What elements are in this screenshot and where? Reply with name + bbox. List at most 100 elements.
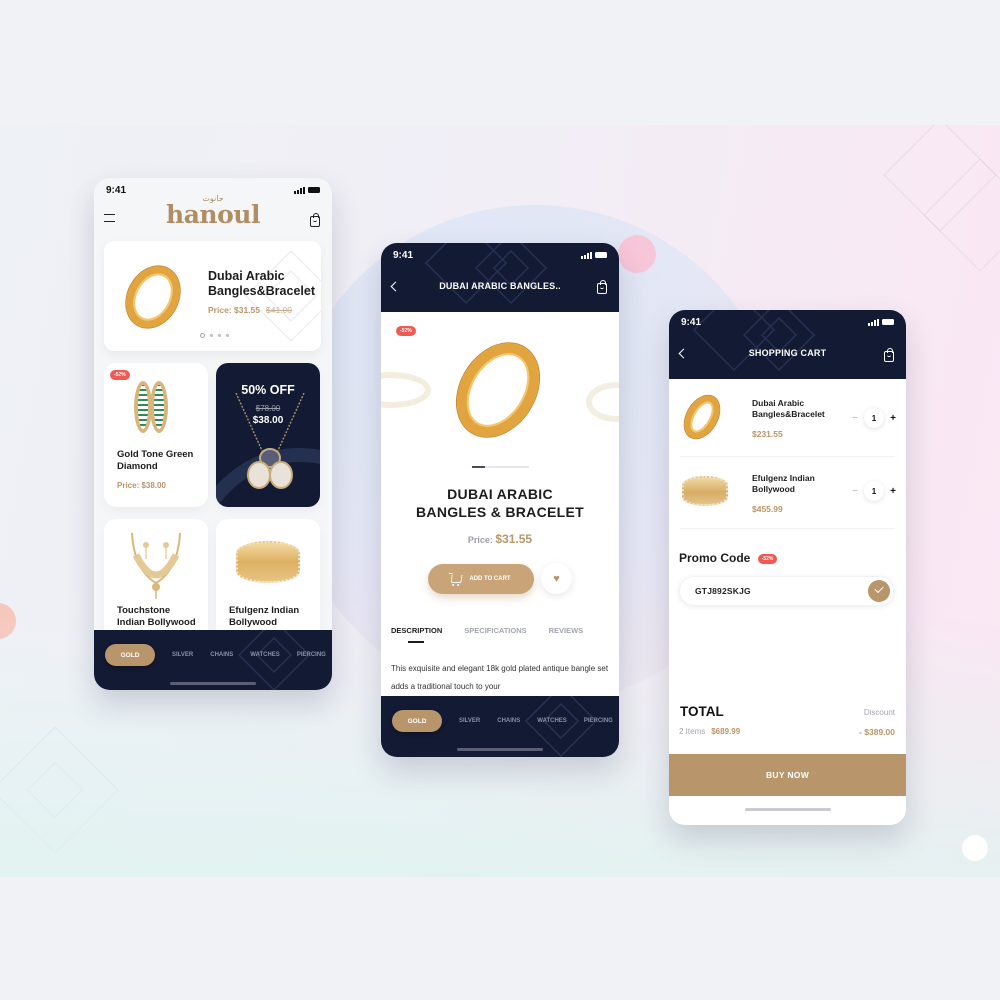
shopping-bag-icon[interactable] bbox=[597, 280, 607, 294]
buy-now-button[interactable]: BUY NOW bbox=[669, 754, 906, 796]
category-gold[interactable]: GOLD bbox=[105, 644, 155, 666]
shopping-bag-icon[interactable] bbox=[884, 348, 894, 362]
product-gallery[interactable]: -52% bbox=[381, 312, 619, 472]
tile-title-line: Gold Tone Green bbox=[117, 449, 194, 460]
price-label: Price: bbox=[467, 535, 493, 545]
quantity-value[interactable]: 1 bbox=[864, 481, 884, 501]
add-to-cart-label: ADD TO CART bbox=[469, 576, 511, 582]
cart-item-price: $455.99 bbox=[752, 504, 783, 514]
brand-logo: hanoul bbox=[166, 200, 260, 229]
status-time: 9:41 bbox=[393, 249, 414, 261]
current-price: Price: $31.55 bbox=[208, 305, 260, 315]
category-silver[interactable]: SILVER bbox=[459, 718, 480, 724]
tab-reviews[interactable]: REVIEWS bbox=[549, 626, 584, 635]
tile-title: Efulgenz Indian Bollywood bbox=[229, 605, 299, 629]
quantity-stepper: − 1 + bbox=[851, 408, 897, 428]
apply-promo-button[interactable] bbox=[868, 580, 890, 602]
quantity-value[interactable]: 1 bbox=[864, 408, 884, 428]
carousel-dot[interactable] bbox=[210, 334, 213, 337]
promo-tile[interactable]: 50% OFF $78.00 $38.00 bbox=[216, 363, 320, 507]
category-chains[interactable]: CHAINS bbox=[497, 718, 520, 724]
tab-specifications[interactable]: SPECIFICATIONS bbox=[464, 626, 526, 635]
signal-icon bbox=[581, 251, 592, 259]
category-bar: GOLD SILVER CHAINS WATCHES PIERCING bbox=[381, 696, 619, 757]
page-title: DUBAI ARABIC BANGLES.. bbox=[439, 281, 561, 291]
tile-title-line: Efulgenz Indian bbox=[229, 605, 300, 616]
decrease-button[interactable]: − bbox=[851, 486, 859, 497]
hero-title: Dubai Arabic Bangles&Bracelet bbox=[208, 269, 315, 298]
home-indicator bbox=[744, 808, 831, 811]
carousel-dot[interactable] bbox=[226, 334, 229, 337]
decor-diamond bbox=[26, 761, 84, 819]
product-description: This exquisite and elegant 18k gold plat… bbox=[391, 664, 609, 691]
product-image-bangle-set bbox=[150, 381, 168, 433]
increase-button[interactable]: + bbox=[889, 486, 897, 497]
status-bar: 9:41 bbox=[669, 312, 906, 332]
cart-item-title-line: Efulgenz Indian bbox=[752, 473, 815, 483]
price-value: $31.55 bbox=[495, 532, 533, 546]
shopping-bag-icon[interactable] bbox=[310, 213, 320, 227]
page-title: SHOPPING CART bbox=[748, 348, 827, 358]
category-chains[interactable]: CHAINS bbox=[210, 652, 233, 658]
product-screen: 9:41 DUBAI ARABIC BANGLES.. -52% DUBAI A… bbox=[381, 243, 619, 757]
hero-product-card[interactable]: Dubai Arabic Bangles&Bracelet Price: $31… bbox=[104, 241, 321, 351]
cart-item: Efulgenz Indian Bollywood $455.99 − 1 + bbox=[669, 456, 906, 530]
app-header: حانوت hanoul bbox=[94, 194, 332, 240]
product-tabs: DESCRIPTION SPECIFICATIONS REVIEWS bbox=[391, 626, 583, 635]
top-nav: 9:41 DUBAI ARABIC BANGLES.. bbox=[381, 243, 619, 312]
discount-value: - $389.00 bbox=[859, 727, 895, 737]
category-bar: GOLD SILVER CHAINS WATCHES PIERCING bbox=[94, 630, 332, 690]
battery-icon bbox=[882, 319, 894, 325]
product-image-bangle bbox=[677, 389, 727, 445]
category-watches[interactable]: WATCHES bbox=[537, 718, 567, 724]
tile-title-line: Diamond bbox=[117, 461, 158, 472]
decrease-button[interactable]: − bbox=[851, 413, 859, 424]
carousel-dots[interactable] bbox=[200, 333, 229, 338]
carousel-dot[interactable] bbox=[200, 333, 205, 338]
category-watches[interactable]: WATCHES bbox=[250, 652, 280, 658]
discount-badge: -52% bbox=[110, 370, 130, 380]
status-time: 9:41 bbox=[681, 316, 702, 328]
product-title-line: BANGLES & BRACELET bbox=[416, 504, 584, 520]
cart-item-title: Dubai Arabic Bangles&Bracelet bbox=[752, 398, 825, 420]
cart-item: Dubai Arabic Bangles&Bracelet $231.55 − … bbox=[669, 382, 906, 456]
product-price: Price: $31.55 bbox=[381, 532, 619, 546]
hero-title-line: Dubai Arabic bbox=[208, 269, 285, 283]
quantity-stepper: − 1 + bbox=[851, 481, 897, 501]
offer-label: 50% OFF bbox=[241, 383, 295, 397]
promo-code-value: GTJ892SKJG bbox=[695, 586, 751, 596]
cart-item-title-line: Bangles&Bracelet bbox=[752, 409, 825, 419]
home-indicator bbox=[457, 748, 543, 751]
items-count: 2 Items bbox=[679, 727, 706, 736]
decor-dot bbox=[618, 235, 656, 273]
hero-price: Price: $31.55 $41.00 bbox=[208, 305, 292, 315]
category-gold[interactable]: GOLD bbox=[392, 710, 442, 732]
increase-button[interactable]: + bbox=[889, 413, 897, 424]
cart-item-price: $231.55 bbox=[752, 429, 783, 439]
offer-price: $38.00 bbox=[252, 415, 284, 426]
product-image-side bbox=[586, 382, 619, 422]
carousel-dot[interactable] bbox=[218, 334, 221, 337]
category-list: GOLD SILVER CHAINS WATCHES PIERCING bbox=[392, 710, 619, 732]
discount-label: Discount bbox=[863, 708, 895, 717]
battery-icon bbox=[595, 252, 607, 258]
product-tile[interactable]: -52% Gold Tone Green Diamond Price: $38.… bbox=[104, 363, 208, 507]
category-silver[interactable]: SILVER bbox=[172, 652, 193, 658]
category-piercing[interactable]: PIERCING bbox=[297, 652, 326, 658]
add-to-cart-button[interactable]: ADD TO CART bbox=[428, 564, 534, 594]
discount-badge: -52% bbox=[757, 554, 778, 564]
category-piercing[interactable]: PIERCING bbox=[584, 718, 613, 724]
heart-icon: ♥ bbox=[553, 572, 560, 585]
tile-title: Touchstone Indian Bollywood bbox=[117, 605, 196, 629]
favorite-button[interactable]: ♥ bbox=[541, 563, 572, 594]
product-image-bangle bbox=[115, 257, 191, 337]
category-list: GOLD SILVER CHAINS WATCHES PIERCING bbox=[105, 644, 332, 666]
divider bbox=[680, 528, 895, 529]
promo-code-input[interactable]: GTJ892SKJG bbox=[679, 576, 894, 606]
gallery-pager[interactable] bbox=[472, 466, 529, 468]
top-nav: 9:41 SHOPPING CART bbox=[669, 310, 906, 379]
tile-title: Gold Tone Green Diamond bbox=[117, 449, 193, 473]
decor-dot bbox=[962, 835, 988, 861]
product-image-necklace bbox=[131, 532, 181, 599]
tab-description[interactable]: DESCRIPTION bbox=[391, 626, 442, 635]
